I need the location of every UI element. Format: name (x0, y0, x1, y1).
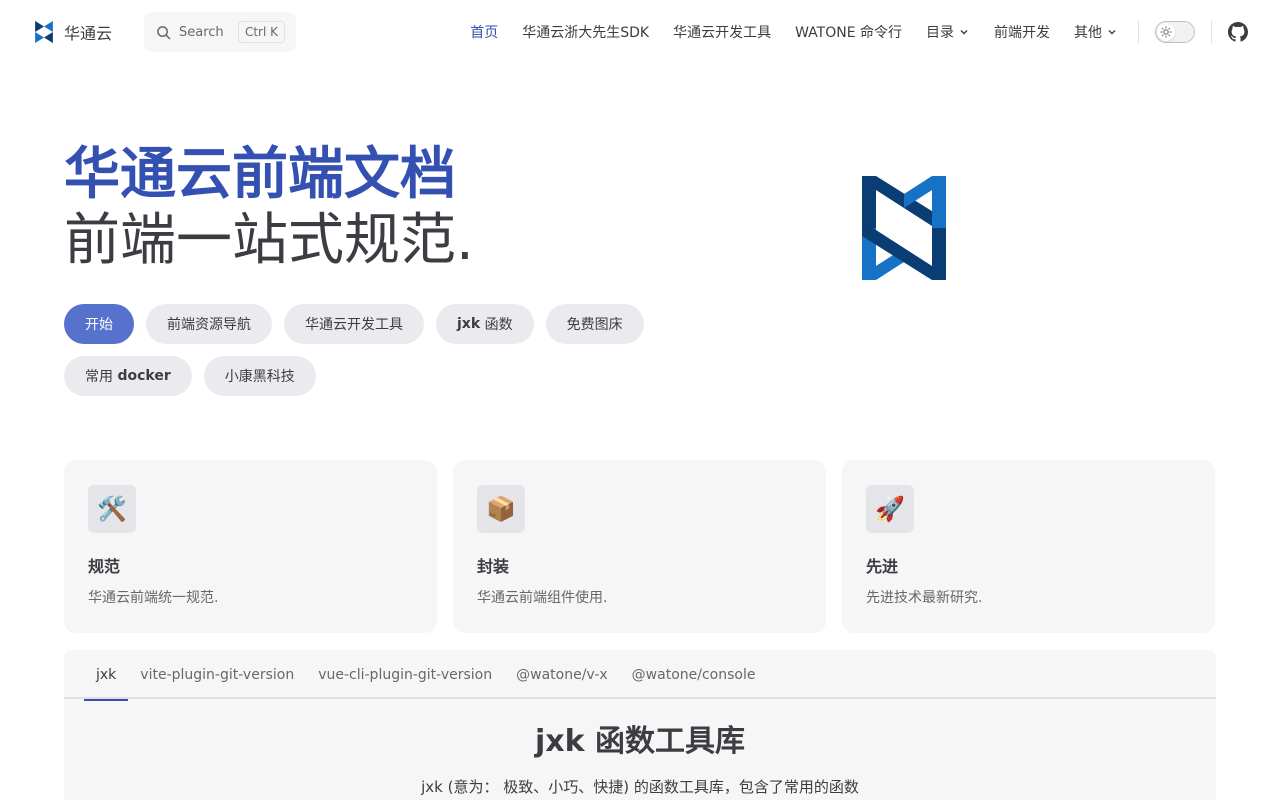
nav-item-label: 华通云开发工具 (673, 25, 772, 41)
github-icon[interactable] (1228, 22, 1248, 42)
search-shortcut: Ctrl K (237, 21, 285, 43)
tab-watone-v-x[interactable]: @watone/v-x (504, 650, 620, 699)
nav-divider (1138, 20, 1139, 44)
nav-item-label: 目录 (926, 25, 954, 41)
watone-logo-icon (862, 176, 946, 280)
button-label: 华通云开发工具 (305, 317, 403, 333)
button-label: 免费图床 (566, 317, 623, 333)
hero-actions: 开始 前端资源导航 华通云开发工具 jxk 函数 免费图床 常用 docker … (64, 304, 664, 408)
button-label: 小康黑科技 (224, 369, 295, 385)
site-title: 华通云 (64, 24, 113, 43)
nav-item-other[interactable]: 其他 (1074, 22, 1118, 42)
nav-item-home[interactable]: 首页 (470, 22, 498, 42)
tech-tricks-button[interactable]: 小康黑科技 (203, 356, 316, 396)
nav-item-sdk[interactable]: 华通云浙大先生SDK (522, 22, 649, 42)
tab-jxk[interactable]: jxk (84, 650, 129, 701)
button-label: 前端资源导航 (167, 317, 251, 333)
site-brand[interactable]: 华通云 (34, 20, 112, 44)
tab-vue-cli-plugin-git-version[interactable]: vue-cli-plugin-git-version (306, 650, 504, 699)
nav-item-label: WATONE 命令行 (795, 25, 902, 41)
doc-description: jxk (意为： 极致、小巧、快捷) 的函数工具库，包含了常用的函数 (421, 778, 859, 796)
feature-title: 规范 (88, 557, 121, 576)
feature-title: 先进 (866, 557, 899, 576)
main-menu: 首页 华通云浙大先生SDK 华通云开发工具 WATONE 命令行 目录 前端开发… (446, 0, 1118, 64)
docker-button[interactable]: 常用 docker (64, 356, 192, 396)
jxk-functions-button[interactable]: jxk 函数 (436, 304, 534, 344)
doc-title-bold: jxk (534, 724, 585, 759)
chevron-down-icon (1108, 30, 1116, 35)
search-button[interactable]: Search Ctrl K (144, 12, 296, 52)
tab-watone-console[interactable]: @watone/console (620, 650, 768, 699)
button-label: 常用 (85, 369, 118, 385)
nav-item-label: 其他 (1074, 25, 1102, 41)
chevron-down-icon (960, 30, 968, 35)
doc-title-rest: 函数工具库 (584, 724, 746, 759)
frontend-nav-button[interactable]: 前端资源导航 (146, 304, 272, 344)
tab-vite-plugin-git-version[interactable]: vite-plugin-git-version (128, 650, 306, 699)
feature-card: 🛠️ 规范 华通云前端统一规范. (64, 460, 437, 633)
rocket-icon: 🚀 (866, 485, 914, 533)
nav-item-label: 前端开发 (994, 25, 1050, 41)
toggle-knob (1157, 23, 1175, 41)
nav-item-cli[interactable]: WATONE 命令行 (795, 22, 902, 42)
tab-bar: jxk vite-plugin-git-version vue-cli-plug… (64, 650, 1216, 701)
nav-item-dev-tools[interactable]: 华通云开发工具 (673, 22, 771, 42)
nav-item-label: 首页 (470, 25, 499, 41)
top-nav: 华通云 Search Ctrl K 首页 华通云浙大先生SDK 华通云开发工具 … (0, 0, 1280, 64)
doc-title: jxk 函数工具库 (64, 716, 1216, 760)
button-label: 函数 (480, 317, 513, 333)
hero-name: 华通云前端文档 (64, 142, 456, 207)
nav-item-frontend[interactable]: 前端开发 (994, 22, 1050, 42)
feature-card: 🚀 先进 先进技术最新研究. (842, 460, 1215, 633)
package-tabs-panel: jxk vite-plugin-git-version vue-cli-plug… (64, 650, 1216, 800)
sun-icon (1160, 26, 1172, 38)
watone-logo-icon (35, 21, 53, 43)
search-icon (157, 25, 171, 39)
button-label-bold: jxk (457, 316, 481, 332)
get-started-button[interactable]: 开始 (64, 304, 134, 344)
nav-item-label: 华通云浙大先生SDK (522, 25, 650, 41)
dev-tools-button[interactable]: 华通云开发工具 (284, 304, 424, 344)
feature-title: 封装 (477, 557, 510, 576)
package-icon: 📦 (477, 485, 525, 533)
feature-card: 📦 封装 华通云前端组件使用. (453, 460, 826, 633)
nav-divider (1211, 20, 1212, 44)
button-label-bold: docker (117, 368, 171, 384)
feature-details: 华通云前端组件使用. (477, 590, 608, 606)
button-label: 开始 (85, 317, 113, 333)
nav-item-catalog[interactable]: 目录 (926, 22, 970, 42)
theme-toggle[interactable] (1155, 21, 1195, 43)
feature-details: 华通云前端统一规范. (88, 590, 219, 606)
tools-icon: 🛠️ (88, 485, 136, 533)
image-host-button[interactable]: 免费图床 (545, 304, 644, 344)
hero-tagline: 前端一站式规范. (64, 208, 474, 273)
feature-details: 先进技术最新研究. (866, 590, 983, 606)
features: 🛠️ 规范 华通云前端统一规范. 📦 封装 华通云前端组件使用. 🚀 先进 先进… (64, 460, 1216, 633)
search-label: Search (179, 24, 224, 40)
